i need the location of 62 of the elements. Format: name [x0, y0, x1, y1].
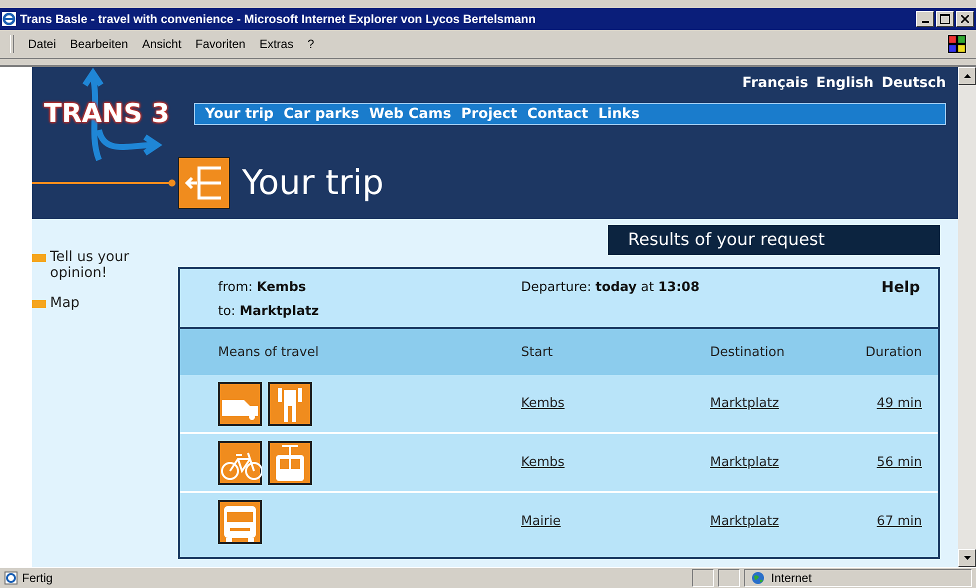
browser-icon	[2, 12, 16, 26]
menu-item[interactable]: Ansicht	[142, 37, 182, 51]
menu-item[interactable]: ?	[307, 37, 314, 51]
bicycle-icon	[218, 440, 262, 484]
status-pane	[692, 569, 714, 587]
nav-link[interactable]: Car parks	[284, 106, 360, 122]
help-link[interactable]: Help	[881, 278, 920, 296]
column-header: Means of travel	[218, 344, 320, 360]
duration-link[interactable]: 56 min	[802, 455, 922, 470]
down-arrow-icon	[964, 556, 970, 560]
start-link[interactable]: Kembs	[521, 396, 710, 411]
scroll-up-button[interactable]	[958, 67, 976, 85]
menu-item[interactable]: Extras	[259, 37, 294, 51]
maximize-button[interactable]	[936, 11, 954, 27]
sidebar-link[interactable]: Map	[50, 295, 150, 311]
car-icon	[218, 382, 262, 426]
to-text: to: Marktplatz	[218, 304, 320, 318]
page-title: Your trip	[242, 163, 384, 203]
language-link[interactable]: English	[816, 75, 874, 91]
windows-logo-icon	[948, 35, 966, 53]
menu-item[interactable]: Favoriten	[195, 37, 246, 51]
bullet-icon	[32, 254, 46, 262]
from-text: from: Kembs	[218, 280, 308, 294]
sidebar-link[interactable]: Tell us your opinion!	[50, 249, 150, 281]
duration-link[interactable]: 49 min	[802, 396, 922, 411]
close-button[interactable]	[956, 11, 974, 27]
start-link[interactable]: Kembs	[521, 455, 710, 470]
close-icon	[961, 15, 969, 23]
globe-icon	[751, 571, 765, 585]
destination-link[interactable]: Marktplatz	[710, 514, 802, 529]
status-pane	[718, 569, 740, 587]
destination-link[interactable]: Marktplatz	[710, 396, 802, 411]
up-arrow-icon	[964, 74, 970, 78]
exit-arrow-icon	[178, 157, 230, 209]
logo[interactable]: TRANS 3	[44, 99, 170, 129]
status-text: Fertig	[22, 571, 53, 585]
nav-link[interactable]: Project	[461, 106, 518, 122]
scroll-down-button[interactable]	[958, 549, 976, 567]
start-link[interactable]: Mairie	[521, 514, 710, 529]
nav-link[interactable]: Your trip	[205, 106, 274, 122]
minimize-button[interactable]	[916, 11, 934, 27]
language-link[interactable]: Français	[742, 75, 808, 91]
tram-icon	[268, 440, 312, 484]
departure-text: Departure: today at 13:08	[521, 280, 701, 294]
language-link[interactable]: Deutsch	[882, 75, 946, 91]
nav-link[interactable]: Web Cams	[369, 106, 452, 122]
bus-icon	[218, 500, 262, 544]
duration-link[interactable]: 67 min	[802, 514, 922, 529]
destination-link[interactable]: Marktplatz	[710, 455, 802, 470]
results-heading: Results of your request	[608, 225, 940, 255]
bullet-icon	[32, 300, 46, 308]
page-icon	[4, 571, 18, 585]
menu-item[interactable]: Datei	[28, 37, 56, 51]
nav-link[interactable]: Links	[598, 106, 640, 122]
pedestrian-icon	[268, 382, 312, 426]
column-header: Duration	[864, 344, 922, 360]
window-title: Trans Basle - travel with convenience - Microsoft Internet Explorer von Lycos Bertelsmann	[20, 12, 537, 26]
menu-item[interactable]: Bearbeiten	[70, 37, 128, 51]
zone-text: Internet	[771, 571, 812, 585]
nav-link[interactable]: Contact	[527, 106, 588, 122]
column-header: Start	[521, 344, 554, 360]
column-header: Destination	[710, 344, 786, 360]
